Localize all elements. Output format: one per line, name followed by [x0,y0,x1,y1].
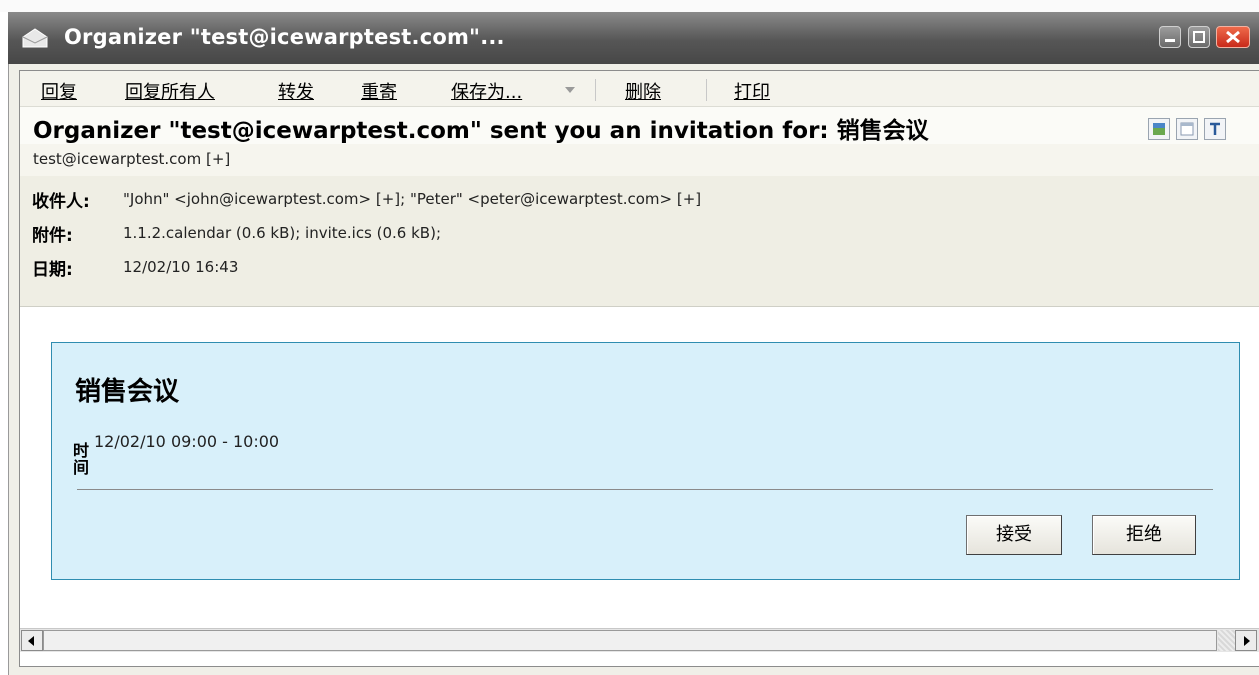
decline-button[interactable]: 拒绝 [1092,515,1196,555]
time-label: 时间 [73,441,90,477]
accept-button[interactable]: 接受 [966,515,1062,555]
html-view-icon[interactable] [1176,118,1198,140]
forward-button[interactable]: 转发 [278,78,314,104]
message-view: 回复 回复所有人 转发 重寄 保存为... 删除 打印 Organizer "t… [19,70,1259,667]
maximize-icon[interactable] [1188,26,1210,48]
recipients-value[interactable]: "John" <john@icewarptest.com> [+]; "Pete… [123,190,701,208]
toolbar-divider [706,79,707,101]
event-time: 12/02/10 09:00 - 10:00 [94,432,280,451]
horizontal-scrollbar[interactable] [20,628,1259,652]
delete-button[interactable]: 删除 [625,78,661,104]
date-label: 日期: [32,260,73,280]
window-titlebar[interactable]: Organizer "test@icewarptest.com"... [8,12,1259,64]
message-subject: Organizer "test@icewarptest.com" sent yo… [33,118,929,144]
close-icon[interactable] [1216,26,1250,48]
sender-row: test@icewarptest.com [+] [20,144,1259,176]
resend-button[interactable]: 重寄 [361,78,397,104]
reply-button[interactable]: 回复 [41,78,77,104]
save-as-button[interactable]: 保存为... [451,78,522,104]
recipients-label: 收件人: [32,192,90,212]
scrollbar-track[interactable] [1218,630,1235,651]
attachments-label: 附件: [32,226,73,246]
print-button[interactable]: 打印 [734,78,770,104]
top-strip [0,0,1259,12]
scroll-right-icon[interactable] [1235,630,1257,651]
date-value: 12/02/10 16:43 [123,258,239,276]
reply-all-button[interactable]: 回复所有人 [125,78,215,104]
toolbar-divider [595,79,596,101]
text-view-icon[interactable] [1204,118,1226,140]
attachments-value[interactable]: 1.1.2.calendar (0.6 kB); invite.ics (0.6… [123,224,441,242]
window-frame: 回复 回复所有人 转发 重寄 保存为... 删除 打印 Organizer "t… [8,64,1259,675]
invitation-card: 销售会议 时间 12/02/10 09:00 - 10:00 接受 拒绝 [51,342,1240,580]
minimize-icon[interactable] [1159,26,1181,48]
message-header: Organizer "test@icewarptest.com" sent yo… [20,107,1259,307]
scroll-left-icon[interactable] [21,630,43,651]
scrollbar-thumb[interactable] [43,630,1217,651]
chevron-down-icon[interactable] [565,87,575,93]
event-title: 销售会议 [75,377,180,407]
envelope-icon [22,28,48,48]
window-title: Organizer "test@icewarptest.com"... [64,25,505,49]
image-view-icon[interactable] [1148,118,1170,140]
subject-row: Organizer "test@icewarptest.com" sent yo… [20,107,1259,144]
divider [77,489,1213,490]
sender-address[interactable]: test@icewarptest.com [+] [33,150,230,168]
message-toolbar: 回复 回复所有人 转发 重寄 保存为... 删除 打印 [20,71,1259,107]
